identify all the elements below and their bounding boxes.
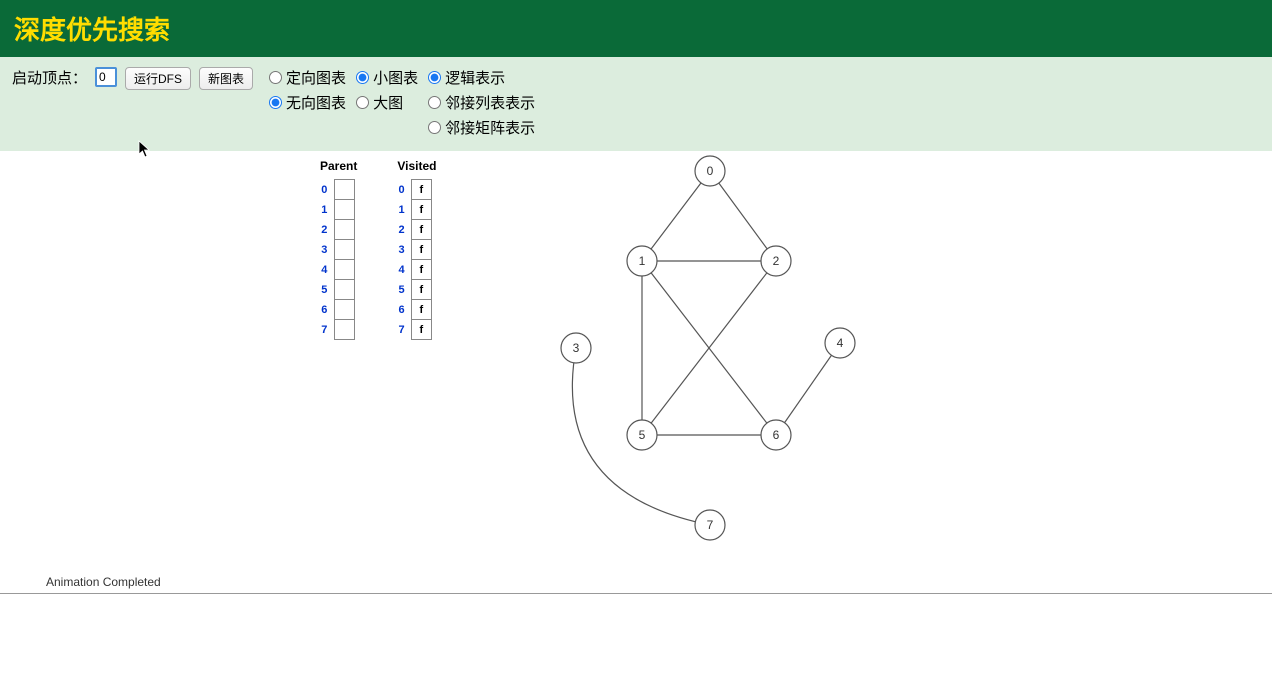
array-cell: f [411,320,431,340]
start-vertex-input[interactable] [95,67,117,87]
graph-edge [710,171,776,261]
status-text: Animation Completed [0,571,1272,594]
visited-array-title: Visited [397,159,436,173]
array-index: 3 [320,240,334,260]
svg-text:6: 6 [773,428,780,442]
radio-large-label: 大图 [373,92,403,113]
svg-text:0: 0 [707,164,714,178]
array-cell: f [411,300,431,320]
array-index: 2 [320,220,334,240]
array-index: 7 [320,320,334,340]
radio-directed-label: 定向图表 [286,67,346,88]
array-index: 3 [397,240,411,260]
array-index: 0 [320,180,334,200]
parent-array-table: 01234567 [320,179,355,340]
radio-small[interactable]: 小图表 [356,67,418,88]
array-cell [334,300,354,320]
parent-array-block: Parent 01234567 [320,159,357,571]
array-cell [334,180,354,200]
radio-adjmatrix-label: 邻接矩阵表示 [445,117,535,138]
svg-text:1: 1 [639,254,646,268]
array-index: 2 [397,220,411,240]
radio-small-label: 小图表 [373,67,418,88]
parent-array-title: Parent [320,159,357,173]
controls-bar: 启动顶点： 运行DFS 新图表 定向图表 无向图表 小图表 [0,57,1272,151]
content-area: Parent 01234567 Visited 0f1f2f3f4f5f6f7f… [0,151,1272,571]
svg-text:5: 5 [639,428,646,442]
array-cell: f [411,240,431,260]
graph-canvas: 0 1 2 3 4 5 6 7 [520,153,920,573]
graph-node[interactable]: 3 [561,333,591,363]
graph-node[interactable]: 7 [695,510,725,540]
radio-adjmatrix-input[interactable] [428,121,441,134]
radio-small-input[interactable] [356,71,369,84]
graph-node[interactable]: 1 [627,246,657,276]
radio-group-size: 小图表 大图 [356,67,418,138]
radio-undirected-input[interactable] [269,96,282,109]
array-index: 7 [397,320,411,340]
run-dfs-button[interactable]: 运行DFS [125,67,191,90]
radio-large[interactable]: 大图 [356,92,418,113]
array-cell: f [411,180,431,200]
graph-edge [776,343,840,435]
radio-large-input[interactable] [356,96,369,109]
array-cell [334,240,354,260]
svg-text:4: 4 [837,336,844,350]
array-cell: f [411,280,431,300]
start-vertex-label: 启动顶点： [12,67,87,88]
array-cell [334,320,354,340]
array-index: 4 [397,260,411,280]
array-index: 4 [320,260,334,280]
graph-edge [642,171,710,261]
graph-node[interactable]: 5 [627,420,657,450]
array-index: 5 [397,280,411,300]
new-graph-button[interactable]: 新图表 [199,67,253,90]
graph-svg: 0 1 2 3 4 5 6 7 [520,153,920,573]
graph-node[interactable]: 6 [761,420,791,450]
array-index: 5 [320,280,334,300]
array-cell: f [411,260,431,280]
radio-undirected-label: 无向图表 [286,92,346,113]
graph-node[interactable]: 4 [825,328,855,358]
radio-logical-input[interactable] [428,71,441,84]
array-index: 0 [397,180,411,200]
array-cell [334,280,354,300]
radio-logical[interactable]: 逻辑表示 [428,67,535,88]
page-title: 深度优先搜索 [0,0,1272,57]
svg-text:2: 2 [773,254,780,268]
radio-directed-input[interactable] [269,71,282,84]
radio-group-direction: 定向图表 无向图表 [269,67,346,138]
radio-directed[interactable]: 定向图表 [269,67,346,88]
radio-adjlist-label: 邻接列表表示 [445,92,535,113]
array-index: 1 [320,200,334,220]
radio-logical-label: 逻辑表示 [445,67,505,88]
array-index: 1 [397,200,411,220]
radio-adjlist[interactable]: 邻接列表表示 [428,92,535,113]
array-cell: f [411,200,431,220]
visited-array-table: 0f1f2f3f4f5f6f7f [397,179,432,340]
array-cell [334,200,354,220]
svg-text:7: 7 [707,518,714,532]
array-index: 6 [320,300,334,320]
graph-node[interactable]: 0 [695,156,725,186]
svg-text:3: 3 [573,341,580,355]
radio-groups: 定向图表 无向图表 小图表 大图 [269,67,535,138]
arrays-panel: Parent 01234567 Visited 0f1f2f3f4f5f6f7f [320,159,437,571]
array-cell: f [411,220,431,240]
array-cell [334,260,354,280]
graph-node[interactable]: 2 [761,246,791,276]
visited-array-block: Visited 0f1f2f3f4f5f6f7f [397,159,436,571]
array-index: 6 [397,300,411,320]
radio-adjlist-input[interactable] [428,96,441,109]
array-cell [334,220,354,240]
radio-group-repr: 逻辑表示 邻接列表表示 邻接矩阵表示 [428,67,535,138]
radio-adjmatrix[interactable]: 邻接矩阵表示 [428,117,535,138]
radio-undirected[interactable]: 无向图表 [269,92,346,113]
